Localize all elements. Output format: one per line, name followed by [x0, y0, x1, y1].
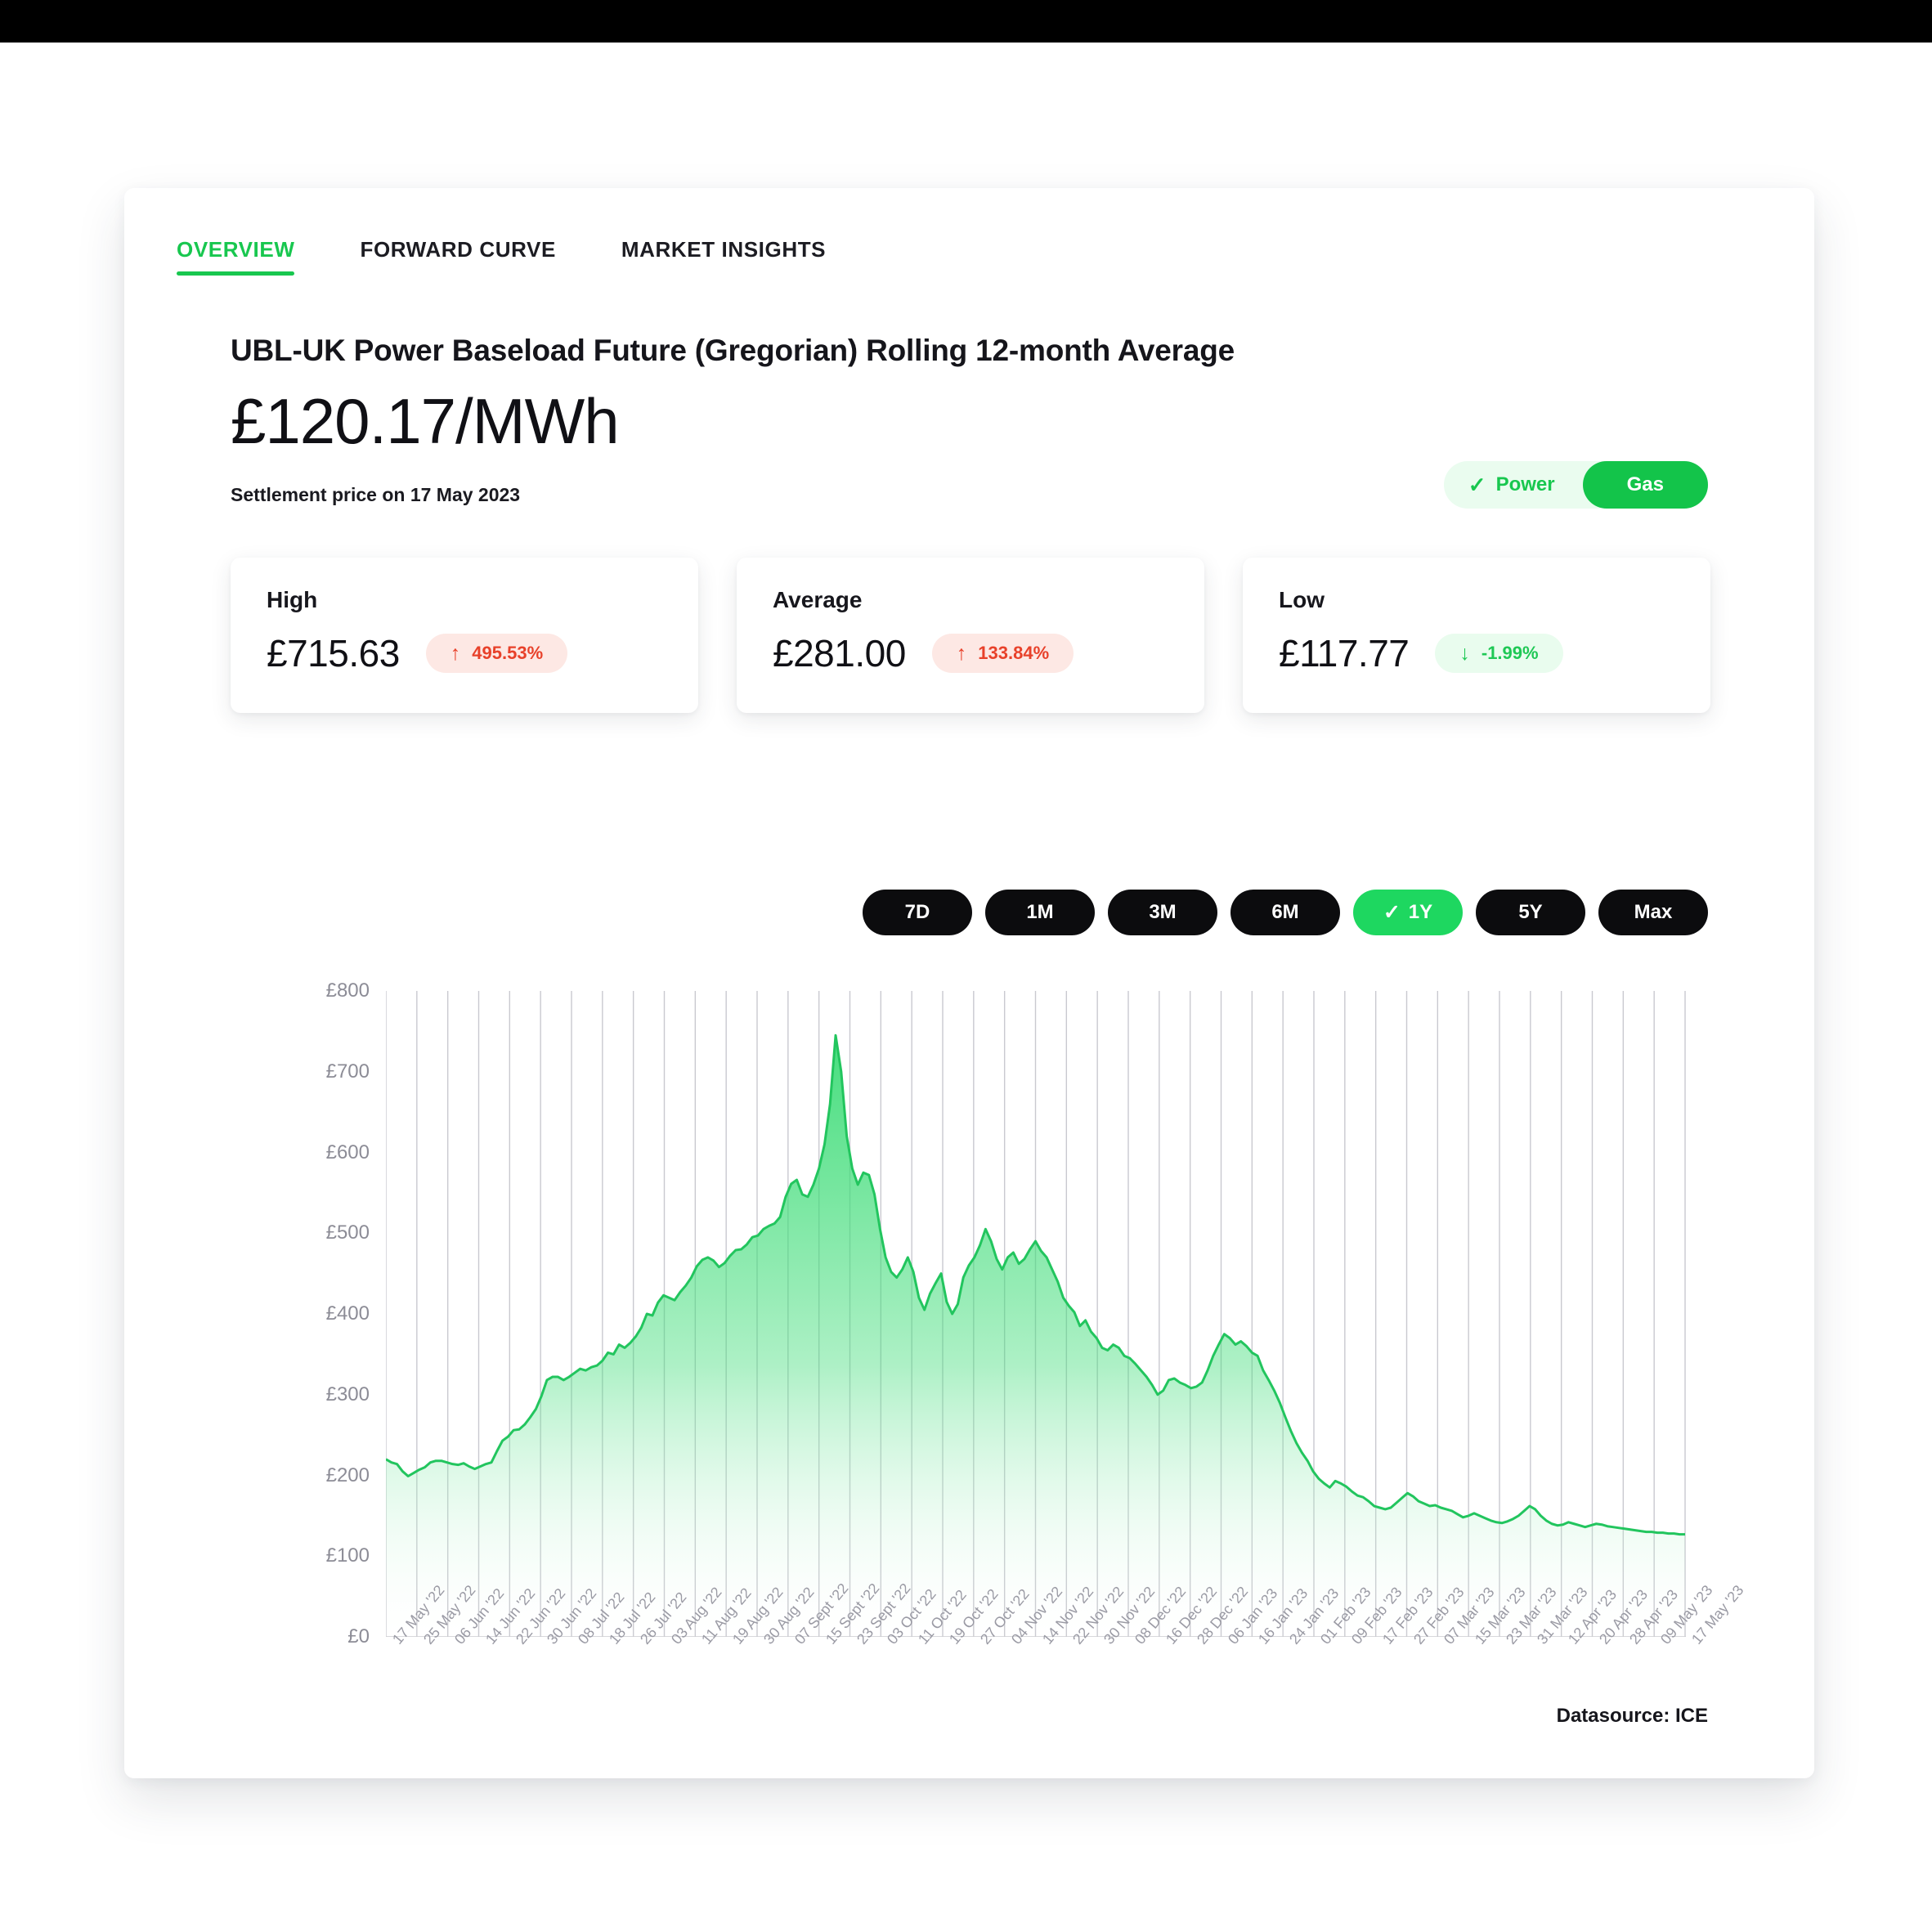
- y-axis-tick-label: £800: [325, 979, 370, 1002]
- y-axis-tick-label: £0: [347, 1625, 370, 1647]
- y-axis-tick-label: £200: [325, 1464, 370, 1486]
- toggle-power-label: Power: [1495, 473, 1555, 495]
- y-axis-tick-label: £300: [325, 1383, 370, 1405]
- window-top-bar: [0, 0, 1932, 43]
- summary-stats: High £715.63 ↑ 495.53% Average £281.00 ↑…: [231, 558, 1710, 713]
- range-pill-label: 3M: [1149, 901, 1177, 923]
- stat-card-low: Low £117.77 ↓ -1.99%: [1243, 558, 1710, 713]
- arrow-up-icon: ↑: [956, 641, 967, 665]
- chart-svg: [385, 991, 1686, 1638]
- range-pill-5y[interactable]: 5Y: [1476, 890, 1585, 935]
- y-axis-tick-label: £400: [325, 1302, 370, 1325]
- stat-label: High: [267, 587, 318, 612]
- stat-card-average: Average £281.00 ↑ 133.84%: [737, 558, 1204, 713]
- range-pill-label: 5Y: [1518, 901, 1543, 923]
- stat-row: £715.63 ↑ 495.53%: [267, 631, 568, 675]
- range-pill-1m[interactable]: 1M: [985, 890, 1095, 935]
- range-pill-1y[interactable]: ✓ 1Y: [1353, 890, 1463, 935]
- range-pill-label: 1M: [1026, 901, 1054, 923]
- stat-label: Average: [773, 587, 863, 612]
- range-pill-label: Max: [1634, 901, 1673, 923]
- stat-value: £117.77: [1279, 632, 1410, 675]
- status-badge: ↓ -1.99%: [1435, 634, 1563, 673]
- status-badge: ↑ 495.53%: [425, 634, 568, 673]
- y-axis-tick-label: £700: [325, 1060, 370, 1083]
- x-axis: 17 May '22 25 May '22 06 Jun '22 14 Jun '22…: [386, 1580, 1747, 1800]
- y-axis: £800 £700 £600 £500 £400 £300 £200 £100 £0: [231, 979, 370, 1647]
- chart-plot-area[interactable]: [385, 991, 1686, 1638]
- check-icon: ✓: [1383, 900, 1401, 924]
- range-pill-label: 6M: [1271, 901, 1299, 923]
- range-pill-label: 7D: [904, 901, 930, 923]
- stat-change: -1.99%: [1481, 643, 1539, 663]
- stat-label: Low: [1279, 587, 1325, 612]
- arrow-down-icon: ↓: [1459, 641, 1470, 665]
- range-pill-3m[interactable]: 3M: [1108, 890, 1217, 935]
- settlement-note: Settlement price on 17 May 2023: [231, 484, 521, 505]
- range-pill-7d[interactable]: 7D: [863, 890, 972, 935]
- page-background: OVERVIEW FORWARD CURVE MARKET INSIGHTS U…: [0, 43, 1932, 1932]
- toggle-gas-label: Gas: [1626, 473, 1664, 495]
- dashboard-card: OVERVIEW FORWARD CURVE MARKET INSIGHTS U…: [124, 188, 1814, 1778]
- fuel-type-toggle: ✓ Power Gas: [1443, 461, 1708, 509]
- range-pill-label: 1Y: [1408, 901, 1433, 923]
- toggle-power-button[interactable]: ✓ Power: [1444, 461, 1583, 509]
- stat-row: £117.77 ↓ -1.99%: [1279, 631, 1563, 675]
- page-title: UBL-UK Power Baseload Future (Gregorian)…: [231, 334, 1235, 367]
- y-axis-tick-label: £500: [325, 1222, 370, 1244]
- stat-row: £281.00 ↑ 133.84%: [773, 631, 1074, 675]
- current-price: £120.17/MWh: [231, 385, 620, 457]
- status-badge: ↑ 133.84%: [931, 634, 1074, 673]
- stat-card-high: High £715.63 ↑ 495.53%: [231, 558, 698, 713]
- range-pill-max[interactable]: Max: [1598, 890, 1708, 935]
- price-chart: £800 £700 £600 £500 £400 £300 £200 £100 £0 17 Ma…: [231, 973, 1747, 1647]
- stat-change: 133.84%: [978, 643, 1050, 663]
- stat-value: £281.00: [773, 632, 906, 675]
- tab-bar: OVERVIEW FORWARD CURVE MARKET INSIGHTS: [177, 237, 891, 299]
- arrow-up-icon: ↑: [450, 641, 461, 665]
- y-axis-tick-label: £100: [325, 1544, 370, 1567]
- tab-overview[interactable]: OVERVIEW: [177, 237, 295, 276]
- y-axis-tick-label: £600: [325, 1141, 370, 1163]
- time-range-selector: 7D 1M 3M 6M ✓ 1Y 5Y Max: [863, 890, 1708, 935]
- tab-forward-curve[interactable]: FORWARD CURVE: [360, 237, 555, 276]
- check-icon: ✓: [1468, 473, 1486, 497]
- stat-change: 495.53%: [472, 643, 544, 663]
- range-pill-6m[interactable]: 6M: [1230, 890, 1340, 935]
- toggle-gas-button[interactable]: Gas: [1582, 461, 1708, 509]
- datasource-note: Datasource: ICE: [1556, 1705, 1708, 1727]
- tab-market-insights[interactable]: MARKET INSIGHTS: [621, 237, 826, 276]
- stat-value: £715.63: [267, 632, 400, 675]
